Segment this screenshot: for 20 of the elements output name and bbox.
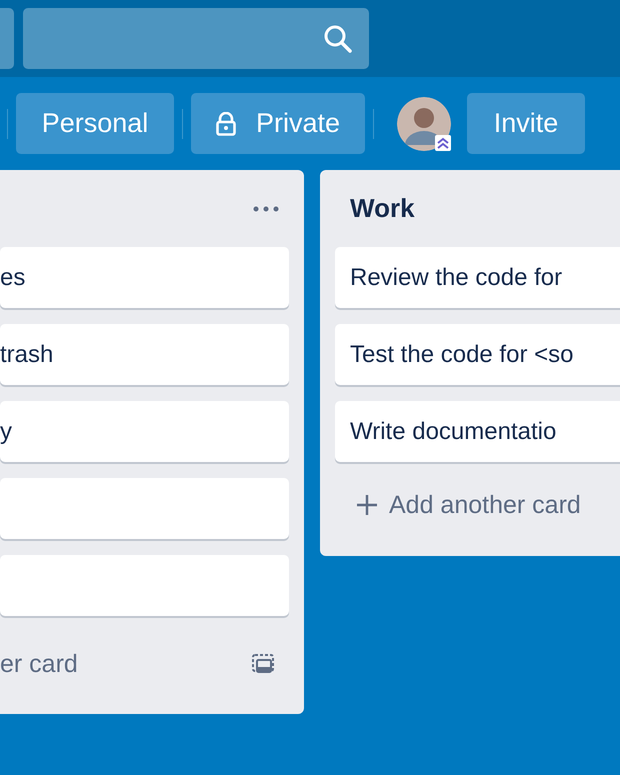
card[interactable] bbox=[0, 478, 289, 539]
card[interactable]: es bbox=[0, 247, 289, 308]
card[interactable]: y bbox=[0, 401, 289, 462]
add-card-button[interactable]: er card bbox=[0, 650, 78, 678]
card[interactable] bbox=[0, 555, 289, 616]
card[interactable]: Test the code for <so bbox=[335, 324, 620, 385]
header-button[interactable] bbox=[0, 8, 14, 69]
list-title: Work bbox=[349, 193, 415, 224]
member-avatar[interactable] bbox=[397, 96, 451, 150]
card-template-icon[interactable] bbox=[251, 652, 275, 676]
add-card-button[interactable]: Add another card bbox=[335, 490, 581, 520]
search-field[interactable] bbox=[23, 8, 369, 69]
chevron-badge-icon bbox=[435, 134, 451, 150]
card[interactable]: Review the code for bbox=[335, 247, 620, 308]
more-options-icon[interactable] bbox=[253, 206, 279, 212]
card[interactable]: Write documentatio bbox=[335, 401, 620, 462]
lock-icon bbox=[216, 112, 236, 136]
plus-icon bbox=[355, 493, 379, 517]
card[interactable]: trash bbox=[0, 324, 289, 385]
search-icon bbox=[323, 24, 353, 54]
